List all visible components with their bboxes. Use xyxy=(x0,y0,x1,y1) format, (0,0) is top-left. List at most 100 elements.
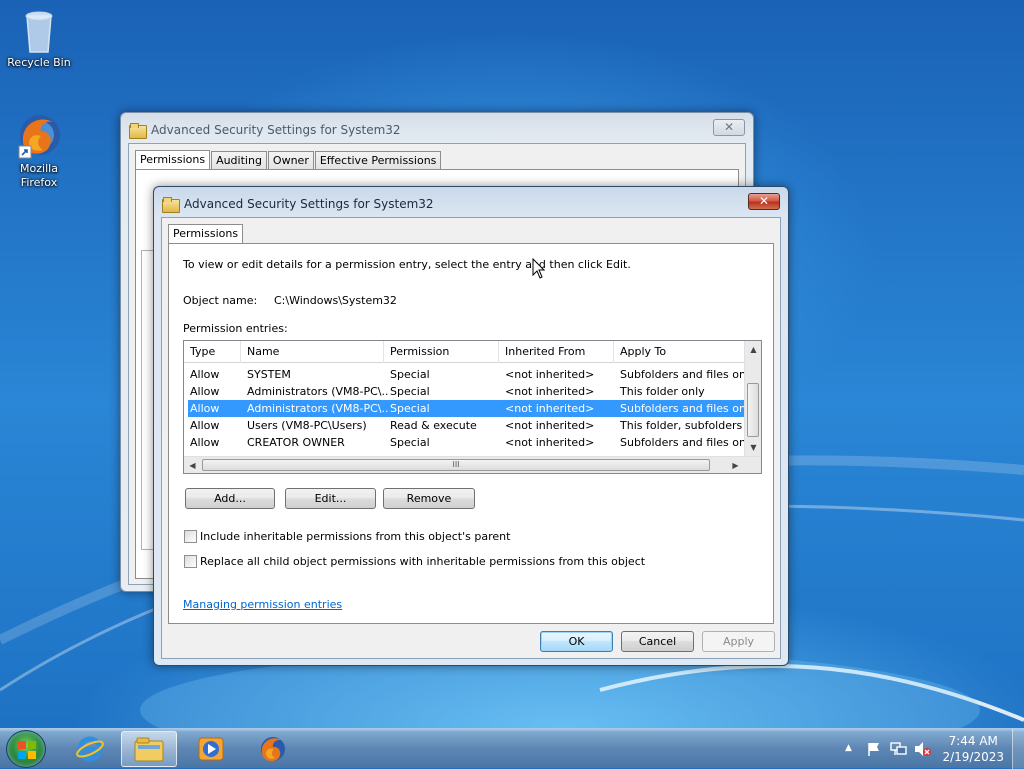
clock-date: 2/19/2023 xyxy=(942,750,1004,764)
scroll-right-arrow-icon[interactable]: ▶ xyxy=(727,457,744,473)
action-center-flag-icon[interactable] xyxy=(866,741,882,757)
cell-inherited-from: <not inherited> xyxy=(505,385,595,398)
firefox-label-line2: Firefox xyxy=(20,176,58,189)
cell-permission: Special xyxy=(390,385,430,398)
cell-inherited-from: <not inherited> xyxy=(505,419,595,432)
cell-permission: Special xyxy=(390,368,430,381)
firefox-shortcut[interactable]: Mozilla Firefox xyxy=(1,112,77,190)
network-icon[interactable] xyxy=(890,741,908,757)
include-inheritable-checkbox[interactable] xyxy=(184,530,197,543)
taskbar-media-player[interactable] xyxy=(183,731,239,767)
firefox-icon xyxy=(261,737,285,762)
cell-type: Allow xyxy=(190,402,220,415)
cell-inherited-from: <not inherited> xyxy=(505,436,595,449)
column-header-name[interactable]: Name xyxy=(241,341,384,363)
scroll-down-arrow-icon[interactable]: ▼ xyxy=(745,439,761,456)
column-header-apply-to[interactable]: Apply To xyxy=(614,341,746,363)
cell-apply-to: This folder only xyxy=(620,385,705,398)
object-name-value: C:\Windows\System32 xyxy=(274,294,397,307)
cell-apply-to: Subfolders and files only xyxy=(620,402,746,415)
cell-permission: Special xyxy=(390,436,430,449)
vertical-scroll-thumb[interactable] xyxy=(747,383,759,437)
cell-apply-to: This folder, subfolders a... xyxy=(620,419,746,432)
table-row[interactable]: Allow CREATOR OWNER Special <not inherit… xyxy=(188,434,746,451)
tab-permissions[interactable]: Permissions xyxy=(168,224,244,245)
tab-effective-permissions[interactable]: Effective Permissions xyxy=(314,151,442,170)
close-button[interactable]: ✕ xyxy=(748,193,780,210)
cell-permission: Read & execute xyxy=(390,419,477,432)
cell-apply-to: Subfolders and files only xyxy=(620,436,746,449)
show-hidden-icons-button[interactable]: ▲ xyxy=(845,743,852,753)
volume-muted-icon[interactable] xyxy=(914,741,932,757)
ok-button[interactable]: OK xyxy=(540,631,613,652)
column-header-type[interactable]: Type xyxy=(184,341,241,363)
cell-type: Allow xyxy=(190,419,220,432)
permission-entries-list[interactable]: Type Name Permission Inherited From Appl… xyxy=(183,340,762,474)
horizontal-scrollbar[interactable]: ◀ III ▶ xyxy=(184,456,761,473)
cell-name: CREATOR OWNER xyxy=(247,436,345,449)
desktop: Recycle Bin Mozilla Firefox Advanced Sec… xyxy=(0,0,1024,728)
start-button[interactable] xyxy=(6,730,46,768)
replace-child-label[interactable]: Replace all child object permissions wit… xyxy=(200,555,645,568)
cell-name: Administrators (VM8-PC\... xyxy=(247,385,388,398)
scroll-left-arrow-icon[interactable]: ◀ xyxy=(184,457,201,473)
taskbar: ▲ 7:44 AM 2/19/2023 xyxy=(0,728,1024,769)
internet-explorer-icon xyxy=(76,736,104,762)
cancel-button[interactable]: Cancel xyxy=(621,631,694,652)
folder-icon xyxy=(134,737,164,762)
taskbar-firefox[interactable] xyxy=(245,731,301,767)
tab-owner[interactable]: Owner xyxy=(267,151,314,170)
table-row[interactable]: Allow Administrators (VM8-PC\... Special… xyxy=(188,383,746,400)
apply-button[interactable]: Apply xyxy=(702,631,775,652)
advanced-security-dialog[interactable]: Advanced Security Settings for System32 … xyxy=(153,186,789,666)
recycle-bin-shortcut[interactable]: Recycle Bin xyxy=(1,6,77,70)
taskbar-windows-explorer[interactable] xyxy=(121,731,177,767)
firefox-label-line1: Mozilla xyxy=(20,162,58,175)
recycle-bin-label: Recycle Bin xyxy=(7,56,71,69)
title-bar[interactable]: Advanced Security Settings for System32 xyxy=(162,195,434,213)
tab-permissions[interactable]: Permissions xyxy=(135,150,211,171)
scroll-grip: III xyxy=(452,460,460,469)
dialog-title: Advanced Security Settings for System32 xyxy=(184,197,434,211)
system-clock[interactable]: 7:44 AM 2/19/2023 xyxy=(942,733,1004,765)
edit-button[interactable]: Edit... xyxy=(285,488,376,509)
add-button[interactable]: Add... xyxy=(185,488,275,509)
table-row[interactable]: Allow SYSTEM Special <not inherited> Sub… xyxy=(188,366,746,383)
replace-child-checkbox[interactable] xyxy=(184,555,197,568)
list-header: Type Name Permission Inherited From Appl… xyxy=(184,341,746,363)
clock-time: 7:44 AM xyxy=(948,734,998,748)
remove-button[interactable]: Remove xyxy=(383,488,475,509)
cell-type: Allow xyxy=(190,385,220,398)
permission-entries-label: Permission entries: xyxy=(183,322,288,335)
cell-name: Administrators (VM8-PC\... xyxy=(247,402,388,415)
cell-type: Allow xyxy=(190,368,220,381)
column-header-inherited-from[interactable]: Inherited From xyxy=(499,341,614,363)
close-button[interactable]: ✕ xyxy=(713,119,745,136)
column-header-permission[interactable]: Permission xyxy=(384,341,499,363)
cell-permission: Special xyxy=(390,402,430,415)
cell-name: Users (VM8-PC\Users) xyxy=(247,419,367,432)
dialog-client-area: Permissions To view or edit details for … xyxy=(161,217,781,659)
vertical-scrollbar[interactable]: ▲ ▼ xyxy=(744,341,761,456)
recycle-bin-icon xyxy=(15,6,63,54)
folder-icon xyxy=(162,197,180,213)
table-row[interactable]: Allow Users (VM8-PC\Users) Read & execut… xyxy=(188,417,746,434)
tab-auditing[interactable]: Auditing xyxy=(211,151,267,170)
show-desktop-button[interactable] xyxy=(1012,729,1024,769)
cell-type: Allow xyxy=(190,436,220,449)
folder-icon xyxy=(129,123,147,139)
include-inheritable-label[interactable]: Include inheritable permissions from thi… xyxy=(200,530,510,543)
cell-inherited-from: <not inherited> xyxy=(505,402,595,415)
media-player-icon xyxy=(198,737,224,761)
title-bar[interactable]: Advanced Security Settings for System32 xyxy=(129,121,401,139)
horizontal-scroll-thumb[interactable]: III xyxy=(202,459,710,471)
object-name-label: Object name: xyxy=(183,294,258,307)
permissions-panel: To view or edit details for a permission… xyxy=(168,243,774,624)
cell-name: SYSTEM xyxy=(247,368,291,381)
tab-strip: Permissions xyxy=(168,223,244,245)
table-row-selected[interactable]: Allow Administrators (VM8-PC\... Special… xyxy=(188,400,746,417)
mouse-cursor-icon xyxy=(532,258,546,279)
taskbar-internet-explorer[interactable] xyxy=(62,731,118,767)
scroll-up-arrow-icon[interactable]: ▲ xyxy=(745,341,761,358)
managing-permission-entries-link[interactable]: Managing permission entries xyxy=(183,598,342,611)
